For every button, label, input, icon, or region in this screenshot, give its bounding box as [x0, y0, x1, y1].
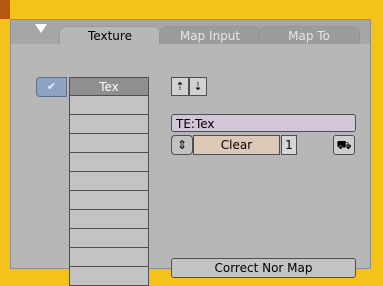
tab-map-to[interactable]: Map To [258, 26, 360, 45]
texture-slot[interactable] [69, 210, 149, 229]
texture-slot[interactable]: Tex [69, 77, 149, 96]
browse-stepper-icon[interactable]: ⇕ [171, 135, 193, 155]
texture-slot[interactable] [69, 153, 149, 172]
move-down-button[interactable]: ⇣ [189, 77, 207, 96]
correct-nor-map-button[interactable]: Correct Nor Map [171, 258, 356, 278]
texture-panel: Texture Map Input Map To ✔ Tex ⇡ ⇣ TE:Te… [10, 19, 371, 286]
texture-enabled-checkbox[interactable]: ✔ [36, 77, 67, 97]
texture-slot[interactable] [69, 115, 149, 134]
texture-slot[interactable] [69, 96, 149, 115]
texture-slot[interactable] [69, 191, 149, 210]
users-count-button[interactable]: 1 [281, 135, 297, 155]
texture-slot[interactable] [69, 134, 149, 153]
fake-user-icon[interactable]: ⛟ [333, 135, 355, 155]
tab-texture[interactable]: Texture [59, 26, 161, 46]
texture-slot[interactable] [69, 267, 149, 286]
collapse-triangle-icon[interactable] [35, 24, 47, 33]
panel-content: ✔ Tex ⇡ ⇣ TE:Tex ⇕ Clear 1 ⛟ Correct Nor… [11, 44, 370, 286]
texture-slot[interactable] [69, 172, 149, 191]
move-up-button[interactable]: ⇡ [171, 77, 189, 96]
texture-name-field[interactable]: TE:Tex [171, 114, 356, 132]
texture-slot-list: Tex [69, 77, 149, 286]
tab-map-input[interactable]: Map Input [159, 26, 261, 45]
tab-bar: Texture Map Input Map To [11, 20, 370, 46]
texture-slot[interactable] [69, 229, 149, 248]
corner-marker [0, 0, 10, 19]
texture-slot[interactable] [69, 248, 149, 267]
clear-button[interactable]: Clear [193, 135, 280, 155]
